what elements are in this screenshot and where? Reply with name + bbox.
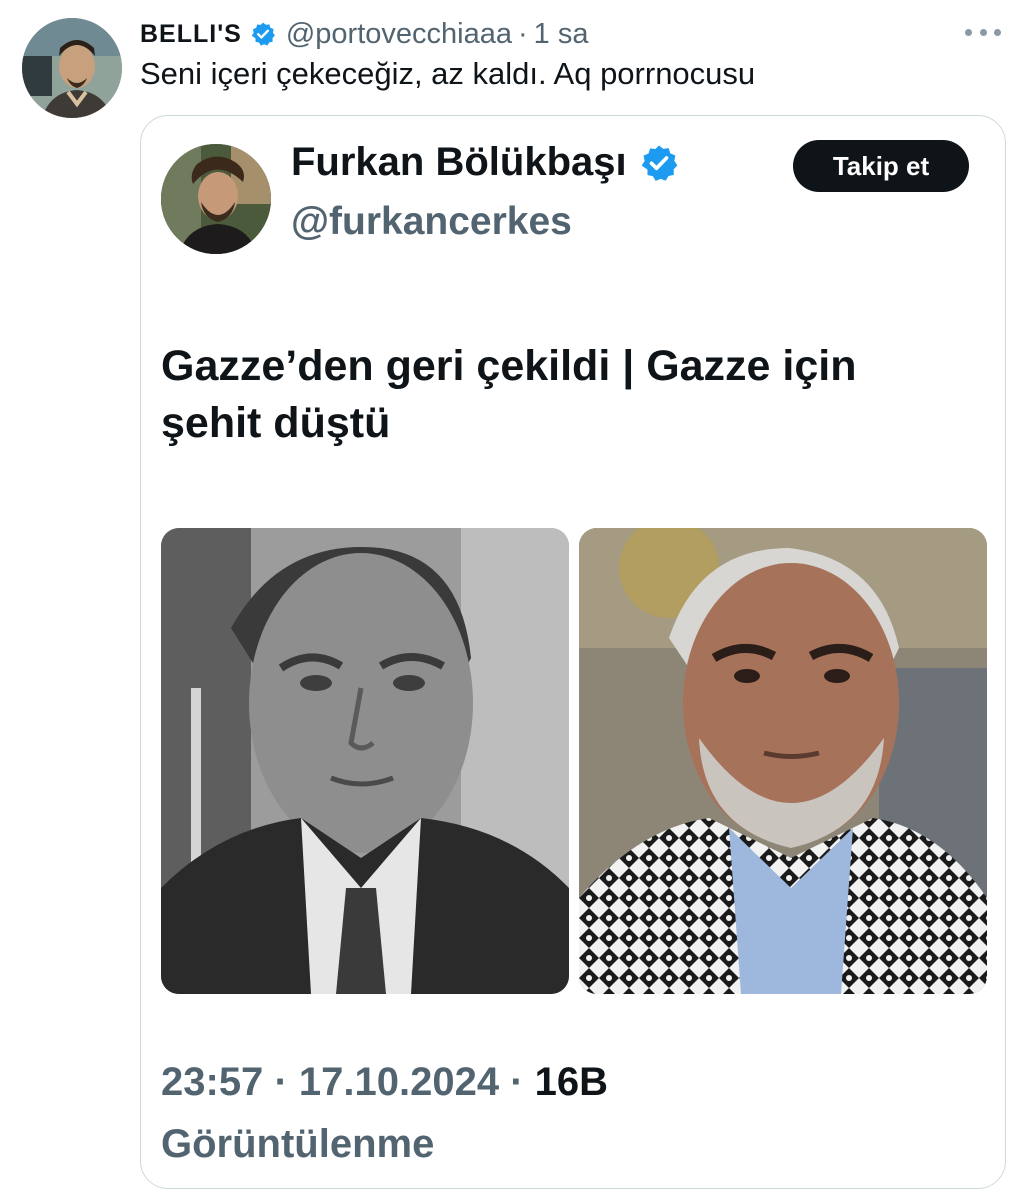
- bw-portrait-image: [161, 528, 569, 994]
- quoted-author-name-row: Furkan Bölükbaşı: [291, 140, 679, 185]
- tweet: BELLI'S @portovecchiaaa · 1 sa Seni içer…: [0, 0, 1029, 1200]
- quoted-views-label: Görüntülenme: [161, 1122, 435, 1166]
- author-avatar[interactable]: [22, 18, 122, 118]
- separator-dot: ·: [517, 17, 528, 50]
- embedded-image-card[interactable]: Furkan Bölükbaşı @furkancerkes Takip et …: [140, 115, 1006, 1189]
- separator-dot: ·: [274, 1060, 288, 1104]
- portrait-photo-left: [161, 528, 569, 994]
- tweet-text: Seni içeri çekeceğiz, az kaldı. Aq porrn…: [140, 56, 756, 91]
- verified-badge-icon: [251, 22, 275, 46]
- more-dot: [979, 28, 987, 36]
- portrait-photo-right: [579, 528, 987, 994]
- quoted-headline: Gazze’den geri çekildi | Gazze için şehi…: [161, 342, 857, 447]
- quoted-author-handle: @furkancerkes: [291, 200, 572, 243]
- quoted-views-count: 16B: [534, 1060, 609, 1104]
- quoted-author-avatar-image: [161, 144, 271, 254]
- author-handle[interactable]: @portovecchiaaa: [286, 18, 512, 51]
- author-display-name[interactable]: BELLI'S: [140, 20, 242, 49]
- separator-dot: ·: [510, 1060, 524, 1104]
- quoted-date: 17.10.2024: [298, 1060, 500, 1104]
- quoted-author-avatar: [161, 144, 271, 254]
- verified-badge-icon: [641, 145, 677, 181]
- more-dot: [994, 28, 1001, 36]
- more-dot: [965, 28, 972, 36]
- more-options-icon[interactable]: [965, 22, 1001, 42]
- color-portrait-image: [579, 528, 987, 994]
- author-avatar-image: [22, 18, 122, 118]
- tweet-time[interactable]: 1 sa: [534, 18, 589, 51]
- follow-button: Takip et: [793, 140, 969, 192]
- tweet-header: BELLI'S @portovecchiaaa · 1 sa: [140, 14, 588, 54]
- quoted-meta-line: 23:57 · 17.10.2024 · 16B: [161, 1060, 608, 1105]
- quoted-time: 23:57: [161, 1060, 264, 1104]
- quoted-author-display-name: Furkan Bölükbaşı: [291, 140, 627, 184]
